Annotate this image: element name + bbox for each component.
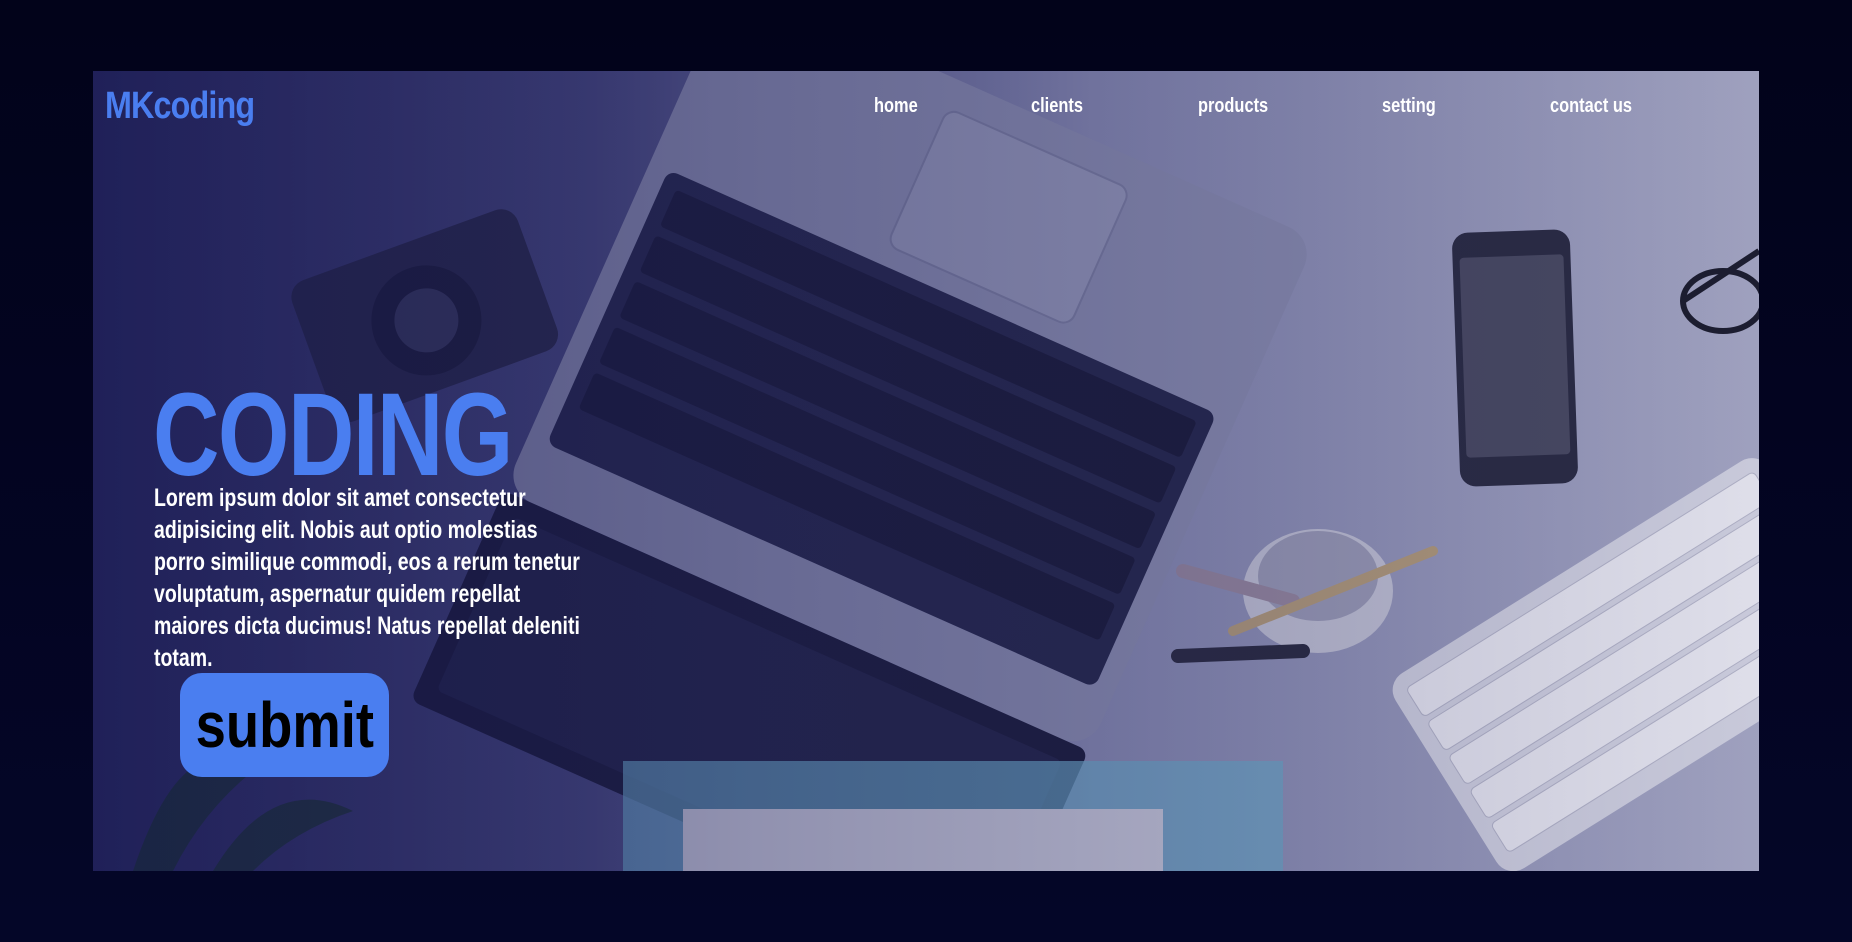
- nav-setting-link[interactable]: setting: [1382, 95, 1436, 118]
- nav-products-link[interactable]: products: [1198, 95, 1268, 118]
- submit-button[interactable]: submit: [180, 673, 389, 777]
- main-navigation: home clients products setting contact us: [93, 95, 1759, 135]
- nav-contact-us-link[interactable]: contact us: [1550, 95, 1632, 118]
- hero-title: CODING: [153, 369, 513, 502]
- hero-description: Lorem ipsum dolor sit amet consectetur a…: [154, 484, 580, 672]
- page: MKcoding home clients products setting c…: [0, 0, 1852, 942]
- submit-button-label: submit: [195, 689, 374, 761]
- nav-clients-link[interactable]: clients: [1031, 95, 1083, 118]
- nav-home-link[interactable]: home: [874, 95, 918, 118]
- hero-section: MKcoding home clients products setting c…: [93, 71, 1759, 871]
